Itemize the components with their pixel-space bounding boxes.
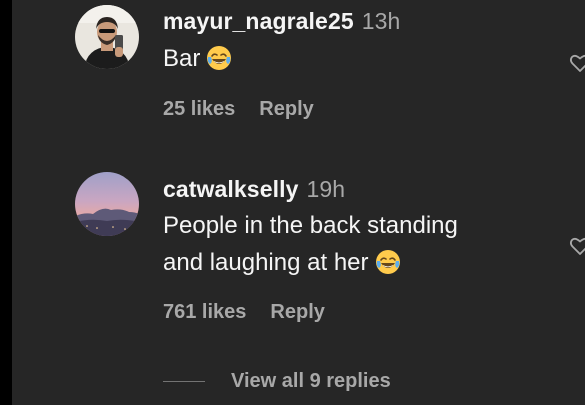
username-text[interactable]: catwalkselly (163, 176, 298, 202)
view-replies-label[interactable]: View all 9 replies (231, 370, 391, 393)
likes-count[interactable]: 25 likes (163, 98, 235, 120)
comment-timestamp: 13h (361, 8, 401, 34)
heart-icon[interactable] (569, 52, 585, 74)
comment-text: Bar (163, 40, 232, 77)
comment-timestamp: 19h (306, 176, 346, 202)
divider-line (163, 380, 205, 382)
avatar[interactable] (75, 5, 139, 69)
face-with-tears-of-joy-icon (375, 250, 400, 274)
comment-text-line: and laughing at her (163, 249, 369, 276)
comment-username[interactable]: catwalkselly 19h (163, 176, 345, 203)
comment-text-line-wrap: and laughing at her (163, 244, 458, 281)
comment-text-line: People in the back standing (163, 212, 458, 239)
username-text[interactable]: mayur_nagrale25 (163, 8, 354, 34)
face-with-tears-of-joy-icon (207, 46, 232, 70)
comments-panel: mayur_nagrale25 13h Bar 25 likes Reply c… (12, 0, 585, 405)
comment-username[interactable]: mayur_nagrale25 13h (163, 8, 400, 35)
comment-meta: 25 likes Reply (163, 98, 314, 121)
heart-icon[interactable] (569, 235, 585, 257)
avatar[interactable] (75, 172, 139, 236)
comment-meta: 761 likes Reply (163, 301, 325, 324)
reply-button[interactable]: Reply (259, 98, 313, 120)
reply-button[interactable]: Reply (270, 301, 324, 323)
view-replies-button[interactable]: View all 9 replies (163, 366, 391, 396)
likes-count[interactable]: 761 likes (163, 301, 246, 323)
comment-text: People in the back standing and laughing… (163, 207, 458, 281)
comment-text-content: Bar (163, 45, 201, 72)
